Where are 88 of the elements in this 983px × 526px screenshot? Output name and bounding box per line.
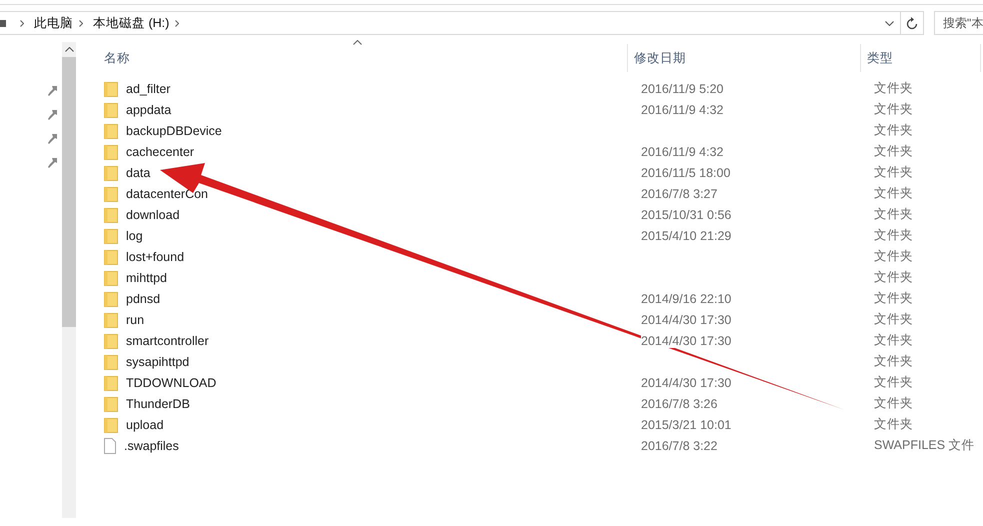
file-name[interactable]: mihttpd — [126, 270, 167, 284]
file-name[interactable]: ad_filter — [126, 82, 170, 96]
chevron-icon — [20, 20, 24, 26]
file-name[interactable]: log — [126, 228, 143, 242]
modified-date: 2016/11/9 5:20 — [641, 82, 724, 96]
folder-icon — [104, 248, 118, 264]
folder-icon — [104, 374, 118, 390]
file-name[interactable]: upload — [126, 418, 164, 432]
file-name[interactable]: sysapihttpd — [126, 354, 190, 368]
date-column-header[interactable]: 修改日期 — [628, 44, 861, 72]
file-type: 文件夹 — [874, 396, 913, 410]
type-column-header[interactable]: 类型 — [861, 44, 981, 72]
file-type: 文件夹 — [874, 102, 913, 116]
modified-date: 2015/4/10 21:29 — [641, 228, 732, 242]
file-type: 文件夹 — [874, 186, 913, 200]
file-type: 文件夹 — [874, 354, 913, 368]
file-type: 文件夹 — [874, 417, 913, 431]
folder-icon — [104, 186, 118, 202]
pin-icon[interactable] — [48, 134, 58, 145]
file-type: SWAPFILES 文件 — [874, 438, 975, 452]
name-column-header[interactable]: 名称 — [98, 44, 628, 72]
breadcrumb-item[interactable]: 此电脑 — [34, 14, 73, 32]
file-type: 文件夹 — [874, 333, 913, 347]
folder-icon — [104, 80, 118, 96]
folder-icon — [104, 354, 118, 370]
folder-icon — [104, 228, 118, 244]
modified-date: 2016/7/8 3:22 — [641, 438, 718, 452]
folder-icon — [104, 290, 118, 306]
breadcrumb-item[interactable]: 本地磁盘 (H:) — [93, 14, 170, 32]
modified-date: 2016/7/8 3:27 — [641, 186, 718, 200]
modified-date: 2014/4/30 17:30 — [641, 312, 732, 326]
file-type: 文件夹 — [874, 249, 913, 263]
folder-icon — [104, 270, 118, 286]
file-name[interactable]: data — [126, 166, 150, 180]
file-type: 文件夹 — [874, 144, 913, 158]
file-name[interactable]: lost+found — [126, 250, 184, 264]
file-name[interactable]: cachecenter — [126, 144, 194, 158]
modified-date: 2015/3/21 10:01 — [641, 418, 732, 432]
file-name[interactable]: ThunderDB — [126, 396, 190, 410]
search-field[interactable]: 搜索"本 — [934, 11, 983, 35]
file-type: 文件夹 — [874, 81, 913, 95]
folder-icon — [104, 332, 118, 348]
chevron-icon — [79, 20, 83, 26]
file-type: 文件夹 — [874, 375, 913, 389]
scrollbar[interactable] — [62, 42, 76, 518]
file-name[interactable]: pdnsd — [126, 292, 160, 306]
address-bar[interactable]: 此电脑 本地磁盘 (H:) — [0, 11, 924, 35]
file-name[interactable]: run — [126, 312, 144, 326]
file-name[interactable]: appdata — [126, 102, 172, 116]
file-name[interactable]: TDDOWNLOAD — [126, 376, 216, 390]
scrollbar-thumb[interactable] — [62, 57, 76, 327]
file-name[interactable]: download — [126, 208, 180, 222]
folder-icon — [104, 206, 118, 222]
file-type: 文件夹 — [874, 312, 913, 326]
file-name[interactable]: .swapfiles — [124, 438, 179, 452]
file-icon — [104, 438, 116, 454]
dropdown-icon[interactable] — [885, 20, 894, 26]
file-type: 文件夹 — [874, 207, 913, 221]
file-type: 文件夹 — [874, 123, 913, 137]
file-type: 文件夹 — [874, 291, 913, 305]
modified-date: 2016/7/8 3:26 — [641, 396, 718, 410]
folder-icon — [104, 122, 118, 138]
pin-icon[interactable] — [48, 86, 58, 97]
pin-icon[interactable] — [48, 158, 58, 169]
modified-date: 2016/11/9 4:32 — [641, 144, 724, 158]
folder-icon — [104, 396, 118, 412]
file-type: 文件夹 — [874, 270, 913, 284]
file-type: 文件夹 — [874, 228, 913, 242]
folder-icon — [104, 312, 118, 328]
folder-icon — [104, 144, 118, 160]
modified-date: 2014/4/30 17:30 — [641, 376, 732, 390]
modified-date: 2016/11/9 4:32 — [641, 102, 724, 116]
folder-icon — [104, 102, 118, 118]
file-name[interactable]: datacenterCon — [126, 186, 208, 200]
pin-icon[interactable] — [48, 110, 58, 121]
scroll-up-icon — [64, 47, 74, 52]
folder-icon — [104, 416, 118, 432]
modified-date: 2014/4/30 17:30 — [641, 334, 732, 348]
drive-icon — [0, 20, 6, 26]
sort-caret-icon — [353, 40, 362, 45]
modified-date: 2014/9/16 22:10 — [641, 292, 732, 306]
file-name[interactable]: smartcontroller — [126, 334, 209, 348]
folder-icon — [104, 164, 118, 180]
modified-date: 2015/10/31 0:56 — [641, 208, 732, 222]
file-name[interactable]: backupDBDevice — [126, 124, 222, 138]
file-type: 文件夹 — [874, 165, 913, 179]
chevron-icon — [175, 20, 180, 26]
modified-date: 2016/11/5 18:00 — [641, 166, 730, 180]
